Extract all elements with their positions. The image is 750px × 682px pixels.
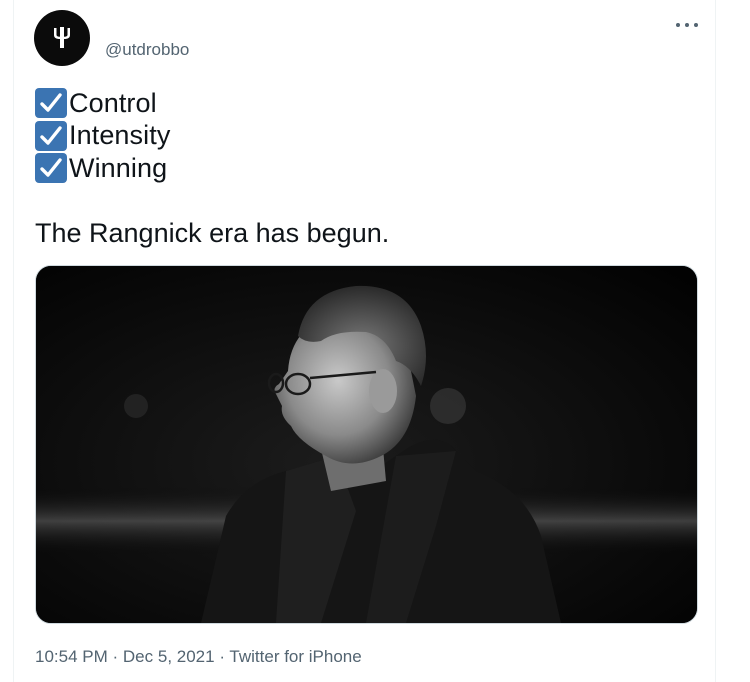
checklist: Control Intensity Winning xyxy=(35,87,170,185)
tweet-card: @utdrobbo Control Intensity Winning The … xyxy=(13,0,716,682)
avatar[interactable] xyxy=(34,10,90,66)
tweet-date[interactable]: Dec 5, 2021 xyxy=(123,647,215,666)
meta-separator: · xyxy=(219,647,225,666)
checkmark-icon xyxy=(35,120,67,151)
trident-logo-icon xyxy=(54,27,70,48)
tweet-source[interactable]: Twitter for iPhone xyxy=(229,647,361,666)
checklist-item: Winning xyxy=(35,152,170,185)
checklist-label: Intensity xyxy=(69,120,171,151)
meta-separator: · xyxy=(112,647,119,666)
checklist-item: Intensity xyxy=(35,120,170,153)
tweet-meta: 10:54 PM · Dec 5, 2021 · Twitter for iPh… xyxy=(35,647,362,667)
tweet-photo[interactable] xyxy=(35,265,698,624)
checklist-label: Control xyxy=(69,87,157,118)
checklist-item: Control xyxy=(35,87,170,120)
checkmark-icon xyxy=(35,153,67,184)
tweet-time[interactable]: 10:54 PM xyxy=(35,647,108,666)
more-options-icon[interactable] xyxy=(676,18,698,32)
checklist-label: Winning xyxy=(69,152,168,183)
tweet-text: The Rangnick era has begun. xyxy=(35,218,390,248)
checkmark-icon xyxy=(35,88,67,119)
user-handle[interactable]: @utdrobbo xyxy=(105,40,189,60)
